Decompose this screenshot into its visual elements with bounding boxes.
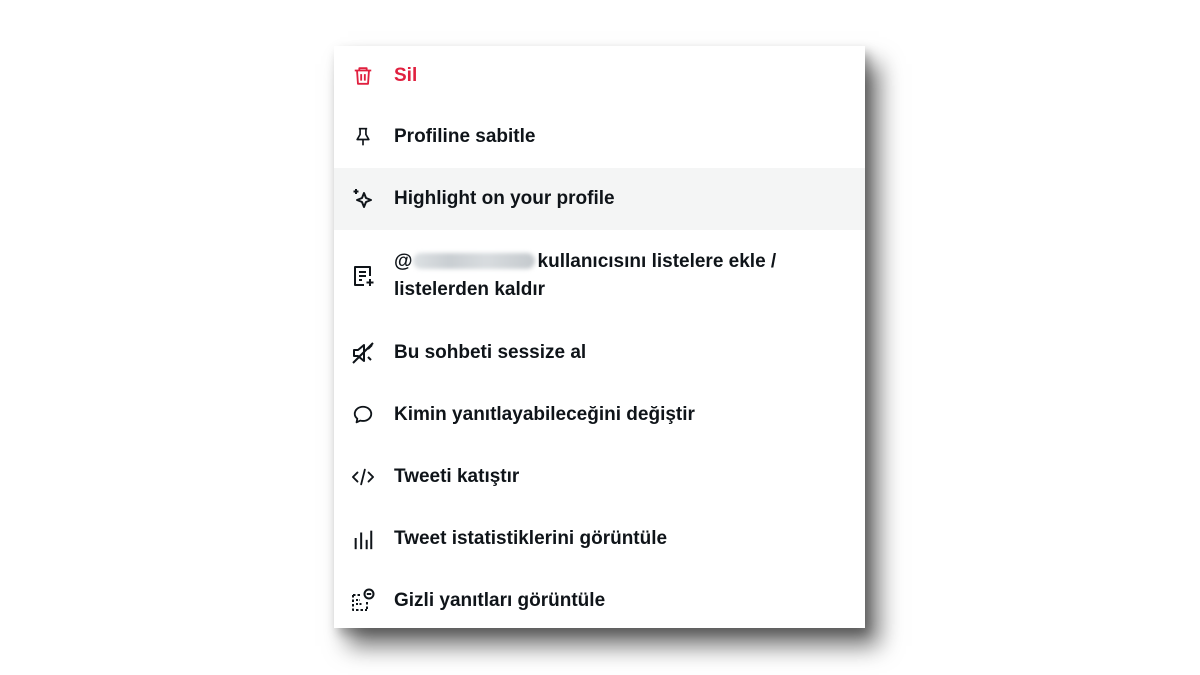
sparkle-icon [350, 186, 376, 212]
menu-item-highlight-on-profile[interactable]: Highlight on your profile [334, 168, 865, 230]
hidden-replies-icon [350, 588, 376, 614]
list-add-icon [350, 263, 376, 289]
trash-icon [350, 63, 376, 89]
pin-icon [350, 124, 376, 150]
code-icon [350, 464, 376, 490]
menu-item-label: Tweet istatistiklerini görüntüle [394, 528, 668, 549]
stage: Sil Profiline sabitle Highlight on your … [0, 0, 1200, 675]
menu-item-label: Kimin yanıtlayabileceğini değiştir [394, 404, 695, 425]
menu-item-label: Sil [394, 65, 418, 86]
menu-item-change-who-can-reply[interactable]: Kimin yanıtlayabileceğini değiştir [334, 384, 865, 446]
menu-item-view-hidden-replies[interactable]: Gizli yanıtları görüntüle [334, 570, 865, 628]
menu-item-label: Bu sohbeti sessize al [394, 342, 587, 363]
menu-item-embed-tweet[interactable]: Tweeti katıştır [334, 446, 865, 508]
label-suffix: kullanıcısını listelere ekle / [537, 251, 777, 272]
bar-chart-icon [350, 526, 376, 552]
speech-bubble-icon [350, 402, 376, 428]
handle-prefix: @ [394, 251, 413, 272]
menu-item-label: Profiline sabitle [394, 126, 536, 147]
menu-item-add-remove-lists[interactable]: @ kullanıcısını listelere ekle / listeler… [334, 230, 865, 322]
menu-item-label: @ kullanıcısını listelere ekle / listeler… [394, 248, 816, 304]
menu-item-mute-conversation[interactable]: Bu sohbeti sessize al [334, 322, 865, 384]
mute-icon [350, 340, 376, 366]
label-line-2: listelerden kaldır [394, 279, 546, 300]
tweet-options-menu: Sil Profiline sabitle Highlight on your … [334, 46, 865, 628]
blurred-username [412, 253, 535, 269]
menu-item-view-tweet-analytics[interactable]: Tweet istatistiklerini görüntüle [334, 508, 865, 570]
menu-item-label: Gizli yanıtları görüntüle [394, 590, 606, 611]
menu-item-label: Tweeti katıştır [394, 466, 520, 487]
menu-item-label: Highlight on your profile [394, 188, 615, 209]
menu-item-delete[interactable]: Sil [334, 46, 865, 106]
menu-item-pin-to-profile[interactable]: Profiline sabitle [334, 106, 865, 168]
